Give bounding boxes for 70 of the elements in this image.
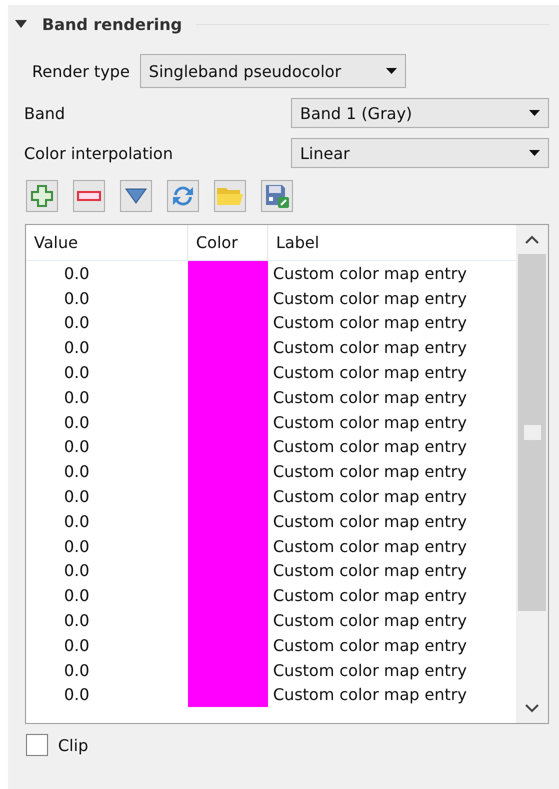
column-header[interactable]: Value [26,225,188,260]
color-interpolation-label: Color interpolation [24,144,173,162]
table-cell-text: 0.0 [63,586,90,606]
table-cell-text: Custom color map entry [272,363,468,382]
open-button[interactable] [214,180,246,212]
table-cell-text: 0.0 [63,388,90,407]
collapse-arrow-icon[interactable] [14,19,28,29]
table-cell-text: Custom color map entry [272,660,468,680]
add-button[interactable] [26,180,58,212]
scroll-down-icon[interactable] [525,704,539,713]
plus-icon [30,184,54,208]
table-cell-text: 0.0 [63,412,90,432]
refresh-button[interactable] [167,180,199,212]
save-icon [264,183,290,209]
column-header[interactable]: Color [188,225,268,260]
column-header[interactable]: Label [268,225,516,260]
table-cell-text: 0.0 [63,512,90,531]
scrollbar[interactable] [516,225,548,723]
table-cell-text: Custom color map entry [272,412,468,432]
table-cell-text: Custom color map entry [272,338,468,358]
table-cell-text: Custom color map entry [272,388,468,407]
table-cell-text: Custom color map entry [272,512,468,531]
table-cell-text: Custom color map entry [272,264,468,283]
render-type-label: Render type [32,62,130,80]
table-cell-text: 0.0 [63,313,90,332]
section-title: Band rendering [42,14,182,34]
table-cell-text: 0.0 [63,660,90,680]
table-cell-text: Custom color map entry [272,487,468,506]
table-cell-text: 0.0 [63,288,90,308]
minus-icon [77,191,101,201]
table-cell-text: Custom color map entry [272,561,468,580]
color-swatch[interactable] [188,682,268,708]
table-cell-text: Custom color map entry [272,437,468,456]
table-cell-text: 0.0 [63,685,90,704]
band-dropdown[interactable]: Band 1 (Gray) [291,98,549,128]
remove-button[interactable] [73,180,105,212]
clip-checkbox[interactable] [26,734,48,756]
clip-label: Clip [58,736,88,754]
color-swatch[interactable] [188,261,268,286]
scroll-up-icon[interactable] [525,235,539,244]
table-cell-text: Custom color map entry [272,462,468,482]
save-button[interactable] [261,180,293,212]
table-cell-text: Custom color map entry [272,685,468,704]
folder-icon [216,186,244,206]
table-cell-text: 0.0 [63,264,90,283]
table-cell-text: Custom color map entry [272,313,468,332]
table-cell-text: 0.0 [63,611,90,630]
caret-icon [529,150,540,156]
down-button[interactable] [120,180,152,212]
table-cell-text: 0.0 [63,636,90,655]
caret-icon [529,110,540,116]
table-cell-text: Custom color map entry [272,536,468,556]
table-cell-text: 0.0 [63,462,90,482]
table-cell-text: 0.0 [63,437,90,456]
table-cell-text: 0.0 [63,487,90,506]
caret-icon [386,68,397,74]
down-triangle-icon [125,188,147,204]
scrollbar-thumb[interactable] [518,254,546,611]
render-type-dropdown[interactable]: Singleband pseudocolor [140,54,406,88]
table-cell-text: 0.0 [63,363,90,382]
table-cell-text: 0.0 [63,536,90,556]
table-cell-text: Custom color map entry [272,288,468,308]
table-cell-text: Custom color map entry [272,611,468,630]
band-label: Band [24,104,66,122]
refresh-icon [170,184,196,208]
color-interpolation-dropdown[interactable]: Linear [291,138,549,168]
table-cell-text: 0.0 [63,338,90,358]
table-cell-text: 0.0 [63,561,90,580]
table-cell-text: Custom color map entry [272,636,468,655]
table-cell-text: Custom color map entry [272,586,468,606]
